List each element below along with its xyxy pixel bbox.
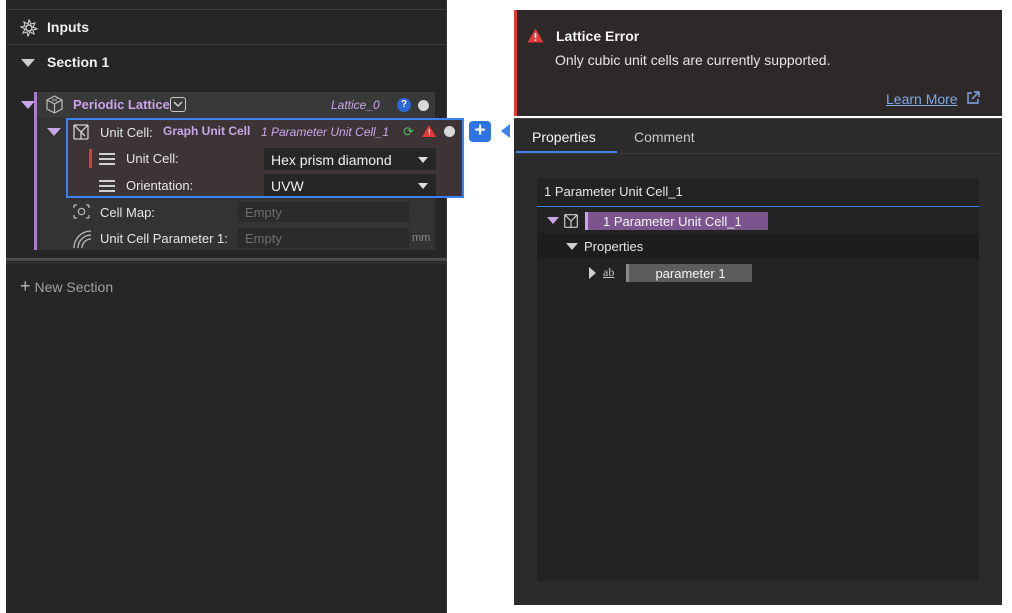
- orientation-select-value: UVW: [271, 178, 304, 194]
- lattice-dropdown-button[interactable]: [170, 97, 186, 112]
- unit-cell-graph-icon: [73, 124, 89, 140]
- error-icon: [527, 28, 544, 43]
- learn-more-link[interactable]: Learn More: [886, 91, 958, 107]
- new-section-button[interactable]: + New Section: [20, 276, 113, 297]
- tree-node-unit-cell[interactable]: 1 Parameter Unit Cell_1: [585, 212, 768, 230]
- tab-properties[interactable]: Properties: [532, 129, 596, 145]
- error-marker: [89, 149, 92, 168]
- warning-mark: !: [428, 128, 431, 137]
- collapse-properties-icon[interactable]: [566, 243, 578, 250]
- unit-cell-select[interactable]: Hex prism diamond: [264, 148, 436, 170]
- unit-cell-label: Unit Cell:: [100, 125, 153, 140]
- unit-label: mm: [412, 232, 431, 244]
- sub-unit-cell-label: Unit Cell:: [126, 151, 179, 166]
- chevron-down-icon: [418, 157, 428, 163]
- help-icon[interactable]: ?: [397, 98, 411, 112]
- list-icon: [99, 153, 115, 165]
- unit-cell-name: 1 Parameter Unit Cell_1: [261, 125, 390, 139]
- inputs-icon: [20, 19, 38, 37]
- chevron-down-icon: [173, 101, 183, 108]
- tree-title-underline: [537, 206, 979, 207]
- tree-properties-label: Properties: [584, 239, 644, 254]
- tab-comment[interactable]: Comment: [634, 129, 695, 145]
- expand-param-icon[interactable]: [589, 267, 596, 279]
- chevron-down-icon: [418, 183, 428, 189]
- inputs-header: Inputs: [6, 9, 447, 45]
- plus-icon: +: [20, 276, 31, 296]
- tree-title: 1 Parameter Unit Cell_1: [544, 184, 683, 199]
- lattice-name: Lattice_0: [331, 98, 380, 112]
- unit-cell-param-input[interactable]: Empty: [238, 228, 409, 248]
- collapse-node-icon[interactable]: [547, 217, 559, 224]
- collapse-unit-cell-icon[interactable]: [47, 128, 61, 136]
- unit-cell-status-dot[interactable]: [444, 126, 455, 137]
- collapse-lattice-icon[interactable]: [21, 101, 35, 109]
- collapse-section-icon[interactable]: [21, 59, 35, 67]
- cell-map-input[interactable]: Empty: [238, 202, 409, 222]
- tree-node-marker: [585, 212, 588, 230]
- list-icon: [99, 180, 115, 192]
- new-section-label: New Section: [34, 279, 114, 295]
- section-divider: [6, 258, 447, 261]
- lattice-status-dot[interactable]: [418, 100, 429, 111]
- unit-cell-type[interactable]: Graph Unit Cell: [163, 124, 250, 138]
- inputs-title: Inputs: [47, 19, 89, 35]
- section-1-header[interactable]: Section 1: [6, 45, 447, 81]
- error-title: Lattice Error: [556, 28, 640, 44]
- section-title: Section 1: [47, 54, 110, 70]
- cell-map-icon: [73, 204, 90, 219]
- add-button[interactable]: +: [469, 121, 491, 142]
- lattice-cube-icon: [46, 95, 63, 114]
- section-divider-shadow: [6, 262, 447, 264]
- refresh-icon[interactable]: ⟳: [403, 125, 414, 138]
- parameter-icon: [73, 230, 92, 249]
- orientation-label: Orientation:: [126, 178, 194, 193]
- tabs-divider: [514, 153, 1002, 154]
- lattice-title: Periodic Lattice: [73, 97, 170, 112]
- panel-pointer: [501, 124, 510, 138]
- error-message: Only cubic unit cells are currently supp…: [555, 52, 831, 68]
- external-link-icon[interactable]: [966, 91, 980, 105]
- cell-map-label: Cell Map:: [100, 205, 155, 220]
- unit-cell-param-label: Unit Cell Parameter 1:: [100, 231, 228, 246]
- unit-cell-graph-icon: [564, 214, 578, 228]
- orientation-select[interactable]: UVW: [264, 174, 436, 196]
- text-type-icon: ab: [603, 265, 615, 279]
- tree-node-parameter[interactable]: parameter 1: [626, 264, 752, 282]
- unit-cell-select-value: Hex prism diamond: [271, 152, 392, 168]
